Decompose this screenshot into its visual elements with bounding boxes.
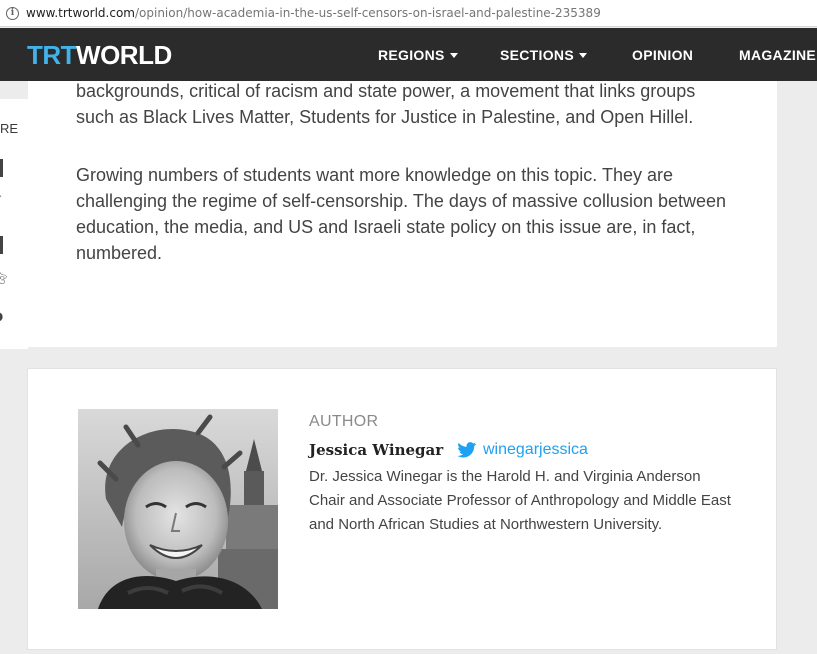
site-header: TRTWORLD REGIONS SECTIONS OPINION MAGAZI… bbox=[0, 28, 817, 81]
nav-magazine[interactable]: MAGAZINE bbox=[739, 46, 816, 64]
reddit-share-icon[interactable]: ঔ bbox=[0, 272, 7, 292]
linkedin-share-icon[interactable] bbox=[0, 236, 3, 254]
article-paragraph: Growing numbers of students want more kn… bbox=[76, 165, 727, 263]
address-bar[interactable]: i www.trtworld.com/opinion/how-academia-… bbox=[0, 0, 817, 27]
share-label: RE bbox=[0, 121, 19, 136]
author-name[interactable]: Jessica Winegar bbox=[309, 441, 443, 459]
author-bio: Dr. Jessica Winegar is the Harold H. and… bbox=[309, 468, 731, 533]
author-portrait-image bbox=[78, 409, 278, 609]
twitter-link[interactable]: winegarjessica bbox=[457, 441, 588, 459]
author-label: AUTHOR bbox=[309, 413, 379, 430]
article-paragraph: backgrounds, critical of racism and stat… bbox=[76, 81, 696, 127]
chevron-down-icon bbox=[449, 52, 458, 58]
whatsapp-share-icon[interactable]: ◗ bbox=[0, 309, 3, 323]
twitter-share-icon[interactable]: ᐟ bbox=[0, 193, 2, 207]
url-host: www.trtworld.com bbox=[26, 6, 135, 20]
author-photo bbox=[78, 409, 278, 609]
facebook-share-icon[interactable] bbox=[0, 159, 3, 177]
author-card: AUTHOR Jessica Winegar winegarjessica Dr… bbox=[27, 368, 777, 650]
url-text[interactable]: www.trtworld.com/opinion/how-academia-in… bbox=[26, 6, 601, 20]
info-icon[interactable]: i bbox=[6, 6, 19, 20]
twitter-bird-icon bbox=[457, 442, 477, 458]
nav-sections[interactable]: SECTIONS bbox=[500, 46, 587, 64]
chevron-down-icon bbox=[578, 52, 587, 58]
trt-world-logo[interactable]: TRTWORLD bbox=[27, 40, 172, 70]
nav-opinion[interactable]: OPINION bbox=[632, 46, 693, 64]
url-path: /opinion/how-academia-in-the-us-self-cen… bbox=[134, 6, 601, 20]
twitter-handle: winegarjessica bbox=[483, 441, 588, 458]
article-body: backgrounds, critical of racism and stat… bbox=[28, 81, 777, 347]
share-sidebar: RE ᐟ ঔ ◗ bbox=[0, 99, 28, 349]
nav-regions[interactable]: REGIONS bbox=[378, 46, 458, 64]
